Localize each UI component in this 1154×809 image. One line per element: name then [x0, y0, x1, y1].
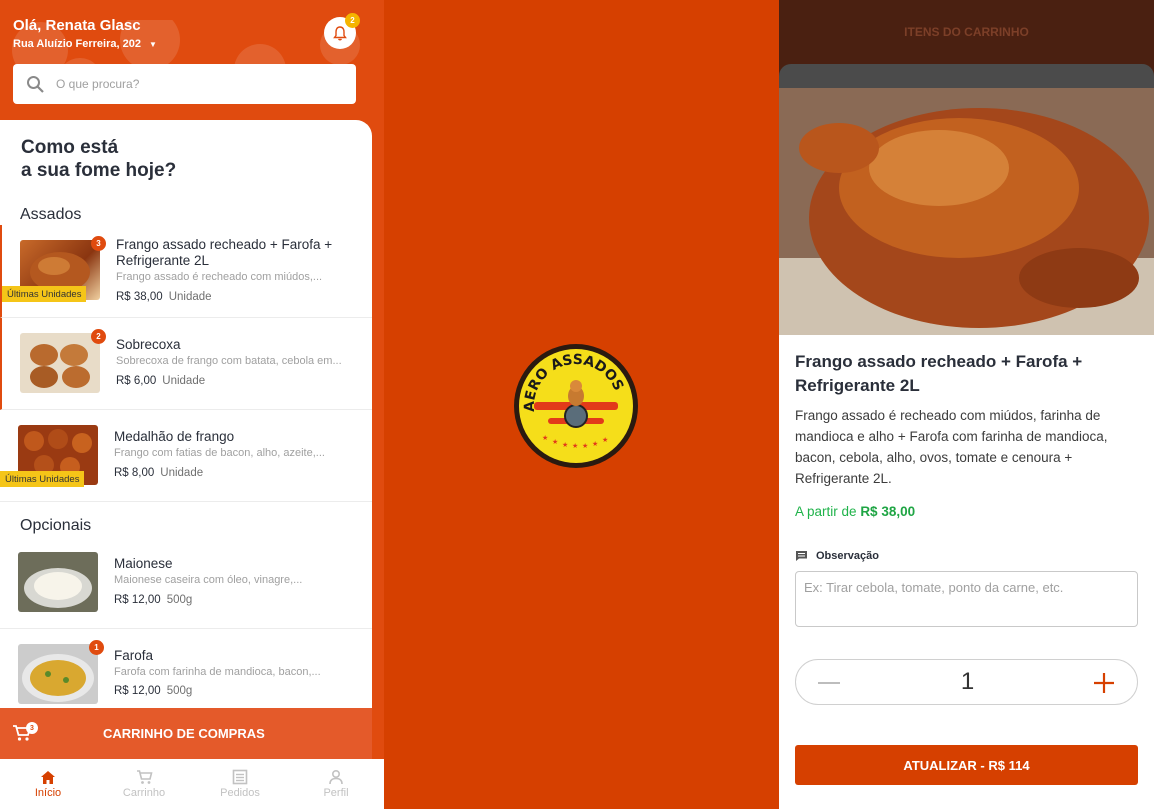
- last-units-tag: Últimas Unidades: [0, 471, 85, 487]
- nav-cart[interactable]: Carrinho: [96, 759, 192, 809]
- svg-text:★: ★: [542, 434, 548, 442]
- observation-field[interactable]: [795, 571, 1138, 627]
- cart-button[interactable]: 3 CARRINHO DE COMPRAS: [0, 708, 372, 759]
- product-price-row: A partir de R$ 38,00: [795, 504, 915, 519]
- item-unit: 500g: [166, 685, 193, 697]
- menu-sheet: Como está a sua fome hoje? Assados 3 Últ…: [0, 120, 372, 710]
- list-item[interactable]: Maionese Maionese caseira com óleo, vina…: [0, 536, 372, 629]
- comment-icon: [796, 551, 807, 561]
- item-name: Frango assado recheado + Farofa + Refrig…: [116, 237, 333, 268]
- list-item[interactable]: 2 Sobrecoxa Sobrecoxa de frango com bata…: [0, 318, 372, 410]
- quantity-badge: 1: [89, 640, 104, 655]
- item-name: Farofa: [114, 648, 154, 663]
- section-title-assados: Assados: [20, 206, 82, 223]
- item-price-row: R$ 8,00 Unidade: [114, 467, 203, 479]
- item-price: R$ 38,00: [116, 291, 163, 303]
- item-description: Frango com fatias de bacon, alho, azeite…: [114, 447, 325, 459]
- item-description: Sobrecoxa de frango com batata, cebola e…: [116, 355, 342, 367]
- sheet-handle[interactable]: [779, 64, 1154, 88]
- bottom-nav: Início Carrinho Pedidos Perfil: [0, 759, 384, 809]
- item-unit: Unidade: [162, 375, 206, 387]
- nav-home[interactable]: Início: [0, 759, 96, 809]
- greeting: Olá, Renata Glasc: [13, 17, 141, 34]
- item-name: Sobrecoxa: [116, 337, 181, 352]
- list-item[interactable]: Últimas Unidades Medalhão de frango Fran…: [0, 410, 372, 502]
- svg-text:★: ★: [582, 442, 588, 450]
- svg-text:★: ★: [592, 440, 598, 448]
- item-price-row: R$ 12,00 500g: [114, 685, 192, 697]
- quantity-stepper: 1: [795, 659, 1138, 705]
- list-item[interactable]: 1 Farofa Farofa com farinha de mandioca,…: [0, 629, 372, 710]
- aero-assados-logo: AERO ASSADOS ★ ★ ★ ★ ★ ★ ★: [512, 340, 638, 468]
- nav-orders[interactable]: Pedidos: [192, 759, 288, 809]
- address-selector[interactable]: Rua Aluízio Ferreira, 202 ▼: [13, 38, 157, 50]
- home-screen: Olá, Renata Glasc Rua Aluízio Ferreira, …: [0, 0, 384, 809]
- observation-label: Observação: [816, 550, 879, 562]
- cart-item-detail: ITENS DO CARRINHO Frango assado recheado…: [779, 0, 1154, 809]
- profile-icon: [329, 769, 343, 785]
- orders-icon: [232, 769, 248, 785]
- product-title: Frango assado recheado + Farofa + Refrig…: [795, 352, 1083, 395]
- item-name: Maionese: [114, 556, 173, 571]
- item-description: Frango assado é recheado com miúdos,...: [116, 271, 323, 283]
- home-icon: [41, 770, 55, 784]
- increment-button[interactable]: [1092, 671, 1116, 695]
- search-bar[interactable]: [13, 64, 356, 104]
- product-description: Frango assado é recheado com miúdos, far…: [795, 408, 1108, 486]
- nav-label: Carrinho: [122, 787, 166, 799]
- list-item[interactable]: 3 Últimas Unidades Frango assado rechead…: [0, 225, 372, 318]
- cart-icon: [136, 770, 153, 784]
- item-price-row: R$ 12,00 500g: [114, 594, 192, 606]
- item-price-row: R$ 6,00 Unidade: [116, 375, 205, 387]
- cart-button-label: CARRINHO DE COMPRAS: [103, 726, 265, 741]
- nav-label: Início: [34, 786, 62, 799]
- product-image: [18, 644, 98, 704]
- item-description: Maionese caseira com óleo, vinagre,...: [114, 574, 303, 586]
- item-price: R$ 12,00: [114, 685, 161, 697]
- chevron-down-icon: ▼: [148, 39, 157, 49]
- search-input[interactable]: [56, 77, 336, 91]
- product-hero-image: [779, 88, 1154, 335]
- item-unit: Unidade: [160, 467, 204, 479]
- quantity-badge: 2: [91, 329, 106, 344]
- item-description: Farofa com farinha de mandioca, bacon,..…: [114, 666, 321, 678]
- product-image: [18, 552, 98, 612]
- splash-screen: AERO ASSADOS ★ ★ ★ ★ ★ ★ ★: [384, 0, 779, 809]
- svg-text:★: ★: [552, 438, 558, 446]
- item-name: Medalhão de frango: [114, 429, 235, 444]
- svg-text:★: ★: [572, 442, 578, 450]
- item-price: R$ 12,00: [114, 594, 161, 606]
- item-unit: Unidade: [168, 291, 212, 303]
- nav-label: Pedidos: [220, 787, 260, 799]
- nav-label: Perfil: [323, 787, 349, 799]
- svg-text:★: ★: [562, 441, 568, 449]
- section-title-opcionais: Opcionais: [20, 517, 92, 534]
- price-prefix: A partir de: [795, 504, 857, 519]
- svg-text:★: ★: [602, 436, 608, 444]
- update-cart-button[interactable]: ATUALIZAR - R$ 114: [795, 745, 1138, 785]
- page-title: Como está a sua fome hoje?: [21, 137, 177, 181]
- product-image: [20, 333, 100, 393]
- detail-header-title: ITENS DO CARRINHO: [904, 25, 1029, 39]
- item-unit: 500g: [166, 594, 193, 606]
- item-price-row: R$ 38,00 Unidade: [116, 291, 212, 303]
- nav-profile[interactable]: Perfil: [288, 759, 384, 809]
- last-units-tag: Últimas Unidades: [2, 286, 87, 302]
- quantity-badge: 3: [91, 236, 106, 251]
- observation-label-row: Observação: [795, 550, 879, 562]
- search-icon: [27, 75, 44, 93]
- quantity-value: 1: [960, 668, 975, 695]
- notifications-badge: 2: [345, 13, 360, 28]
- bell-icon: [333, 25, 347, 40]
- product-price: R$ 38,00: [860, 504, 916, 519]
- item-price: R$ 8,00: [114, 467, 155, 479]
- item-price: R$ 6,00: [116, 375, 157, 387]
- cart-count-badge: 3: [26, 722, 38, 734]
- address-text: Rua Aluízio Ferreira, 202: [13, 38, 141, 50]
